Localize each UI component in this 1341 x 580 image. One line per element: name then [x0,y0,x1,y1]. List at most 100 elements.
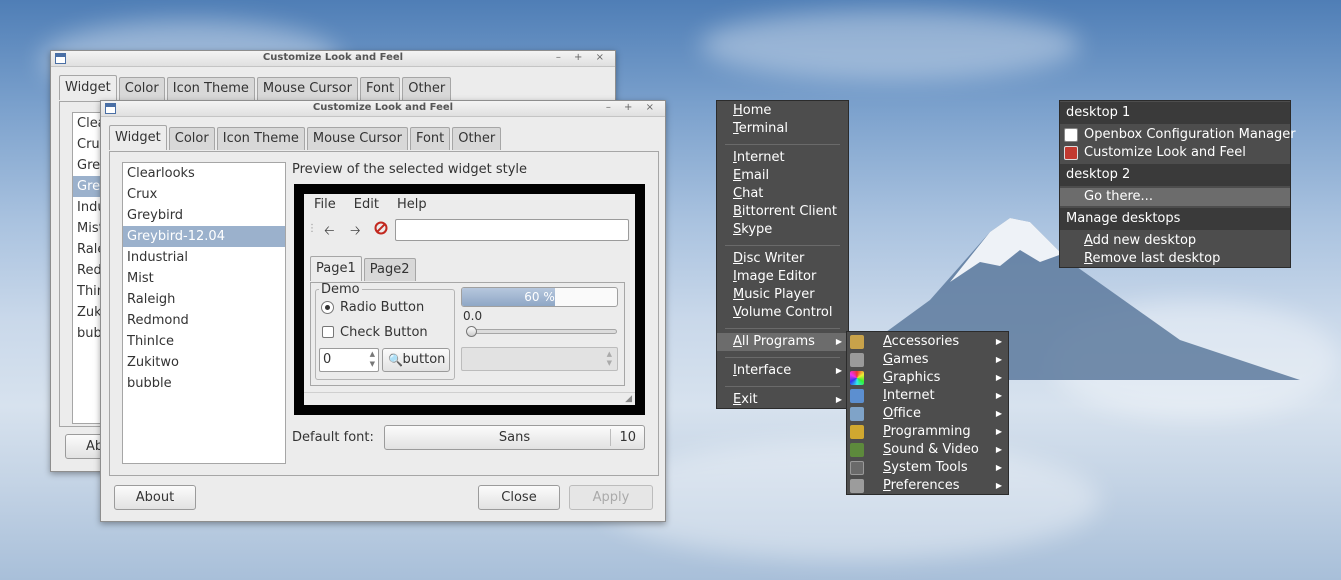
radio-button-indicator[interactable] [321,301,334,314]
menu-item-interface[interactable]: Interface ▶ [717,362,848,380]
graphics-icon [850,371,864,385]
menu-item-disc-writer[interactable]: Disc Writer [717,250,848,268]
list-item[interactable]: Raleigh [123,289,285,310]
list-item[interactable]: Mist [123,268,285,289]
list-item[interactable]: Greybird [123,205,285,226]
preview-menubar: File Edit Help [304,194,635,216]
tab-bar: Widget Color Icon Theme Mouse Cursor Fon… [109,125,503,150]
widget-tab-panel: Clearlooks Crux Greybird Greybird-12.04 … [109,151,659,476]
preview-tab-page2[interactable]: Page2 [363,258,416,281]
preferences-icon [850,479,864,493]
tab-mouse-cursor[interactable]: Mouse Cursor [306,127,408,150]
submenu-item-accessories[interactable]: Accessories ▶ [847,333,1008,351]
menu-item-volume-control[interactable]: Volume Control [717,304,848,322]
menu-item-home[interactable]: Home [717,102,848,120]
about-button[interactable]: About [114,485,196,510]
close-button[interactable]: Close [478,485,560,510]
menu-item-bittorrent[interactable]: Bittorrent Client [717,203,848,221]
submenu-item-graphics[interactable]: Graphics ▶ [847,369,1008,387]
preview-menu-edit[interactable]: Edit [354,194,379,216]
tab-font[interactable]: Font [409,127,451,150]
submenu-item-system-tools[interactable]: System Tools ▶ [847,459,1008,477]
client-list-menu: desktop 1 Openbox Configuration Manager … [1059,100,1296,268]
list-item[interactable]: Redmond [123,310,285,331]
submenu-arrow-icon: ▶ [995,481,1002,490]
list-item[interactable]: Clearlooks [123,163,285,184]
tab-mouse-cursor[interactable]: Mouse Cursor [256,77,358,100]
toolbar-grip-icon: ⋮ [307,223,317,234]
front-window-titlebar[interactable]: Customize Look and Feel – + × [101,101,665,117]
submenu-item-office[interactable]: Office ▶ [847,405,1008,423]
slider-knob[interactable] [466,326,477,337]
menu-item-add-desktop[interactable]: Add new desktop [1060,232,1290,250]
forward-arrow-icon[interactable]: 🡢 [350,222,361,244]
tab-icon-theme[interactable]: Icon Theme [166,77,255,100]
menu-separator [725,328,840,329]
list-item-selected[interactable]: Greybird-12.04 [123,226,285,247]
menu-separator [725,144,840,145]
menu-separator [725,245,840,246]
preview-url-entry[interactable] [395,219,629,241]
appearance-icon [1064,146,1078,160]
default-font-label: Default font: [292,430,374,445]
preview-tab-page1[interactable]: Page1 [310,256,362,281]
menu-item-chat[interactable]: Chat [717,185,848,203]
window-icon [1064,128,1078,142]
list-item[interactable]: ThinIce [123,331,285,352]
window-controls[interactable]: – + × [606,102,659,113]
preview-menu-help[interactable]: Help [397,194,427,216]
submenu-item-programming[interactable]: Programming ▶ [847,423,1008,441]
preview-statusbar: ◢ [304,392,635,405]
menu-item-remove-desktop[interactable]: Remove last desktop [1060,250,1290,268]
client-customize-look-and-feel[interactable]: Customize Look and Feel [1060,144,1290,162]
resize-grip-icon[interactable]: ◢ [625,394,632,404]
submenu-item-games[interactable]: Games ▶ [847,351,1008,369]
submenu-item-preferences[interactable]: Preferences ▶ [847,477,1008,495]
list-item[interactable]: Industrial [123,247,285,268]
menu-item-music-player[interactable]: Music Player [717,286,848,304]
demo-frame-label: Demo [319,282,362,297]
menu-item-image-editor[interactable]: Image Editor [717,268,848,286]
stop-icon[interactable] [374,221,388,239]
menu-item-internet[interactable]: Internet [717,149,848,167]
menu-item-skype[interactable]: Skype [717,221,848,239]
tab-other[interactable]: Other [452,127,502,150]
tab-icon-theme[interactable]: Icon Theme [216,127,305,150]
check-button-indicator[interactable] [322,326,334,338]
preview-menu-file[interactable]: File [314,194,336,216]
spin-value[interactable]: 0 [323,352,331,367]
back-arrow-icon[interactable]: 🡠 [324,222,335,244]
submenu-item-internet[interactable]: Internet ▶ [847,387,1008,405]
slider-track[interactable] [467,329,617,334]
tab-widget[interactable]: Widget [109,125,167,150]
preview-window: File Edit Help ⋮ 🡠 🡢 Page1 Page2 Demo Ra… [304,194,635,405]
client-openbox-config-manager[interactable]: Openbox Configuration Manager [1060,126,1296,144]
theme-list[interactable]: Clearlooks Crux Greybird Greybird-12.04 … [122,162,286,464]
check-button-label[interactable]: Check Button [340,325,428,340]
preview-notebook: Demo Radio Button Check Button 0 ▲ ▼ 🔍 bu… [310,282,625,386]
tab-color[interactable]: Color [168,127,215,150]
menu-item-terminal[interactable]: Terminal [717,120,848,138]
menu-item-go-there[interactable]: Go there... [1060,188,1290,206]
preview-button[interactable]: 🔍 button [382,348,450,372]
font-chooser-button[interactable]: Sans 10 [384,425,645,450]
window-controls[interactable]: – + × [556,52,609,63]
tab-other[interactable]: Other [402,77,452,100]
tab-widget[interactable]: Widget [59,75,117,100]
spin-button[interactable]: 0 ▲ ▼ [319,348,379,372]
font-size: 10 [610,429,644,446]
all-programs-submenu: Accessories ▶ Games ▶ Graphics ▶ Internet ▶ … [846,331,1009,495]
tab-font[interactable]: Font [359,77,401,100]
submenu-arrow-icon: ▶ [995,391,1002,400]
menu-item-all-programs[interactable]: All Programs ▶ [717,333,848,351]
submenu-item-sound-video[interactable]: Sound & Video ▶ [847,441,1008,459]
list-item[interactable]: Zukitwo [123,352,285,373]
list-item[interactable]: Crux [123,184,285,205]
radio-button-label[interactable]: Radio Button [340,300,424,315]
menu-item-exit[interactable]: Exit ▶ [717,391,848,409]
tab-color[interactable]: Color [118,77,165,100]
back-window-titlebar[interactable]: Customize Look and Feel – + × [51,51,615,67]
list-item[interactable]: bubble [123,373,285,394]
spin-arrows-icon[interactable]: ▲ ▼ [370,349,375,369]
menu-item-email[interactable]: Email [717,167,848,185]
